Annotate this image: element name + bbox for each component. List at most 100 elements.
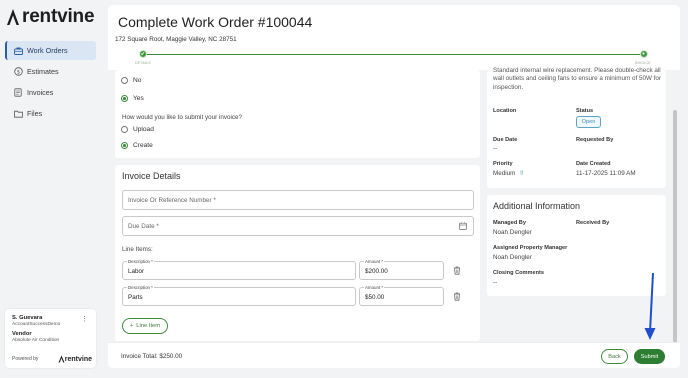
submit-button[interactable]: Submit [634, 349, 665, 364]
radio-no-icon [121, 77, 128, 84]
radio-upload-icon [121, 126, 128, 133]
briefcase-icon [13, 46, 23, 56]
receipt-icon [13, 88, 23, 98]
user-company: Absolute Air Condition [12, 338, 60, 343]
sidebar-item-work-orders[interactable]: Work Orders [5, 41, 96, 60]
step-details-label: DETAILS [135, 61, 151, 65]
status-badge: Open [576, 116, 601, 128]
add-line-item-button[interactable]: + Line Item [122, 318, 168, 334]
step-details-complete-icon [139, 50, 147, 58]
user-card: S. Guevara AccountSuccessDemo ⋮ Vendor A… [5, 309, 96, 368]
user-account: AccountSuccessDemo [12, 322, 61, 327]
description-value: Labor [128, 268, 145, 275]
radio-yes[interactable]: Yes [121, 95, 144, 102]
radio-create-selected-icon [121, 142, 128, 149]
line-item-description-field[interactable]: Description * Labor [122, 259, 356, 280]
main-panel: Complete Work Order #100044 172 Square R… [108, 5, 680, 368]
invoice-total: Invoice Total: $250.00 [121, 353, 183, 360]
scroll-area: No Yes How would you like to submit your… [108, 67, 680, 342]
managed-by-label: Managed By [493, 220, 526, 226]
status-label: Status [576, 108, 594, 114]
calendar-icon[interactable] [459, 222, 467, 230]
priority-value: Medium !! [493, 170, 524, 177]
sidebar-item-invoices[interactable]: Invoices [5, 83, 96, 102]
amount-value: $50.00 [365, 294, 385, 301]
scrollbar-thumb[interactable] [673, 110, 677, 349]
sidebar: rentvine Work Orders $ Estimates Invoice… [0, 0, 105, 378]
powered-by-brand: rentvine [58, 355, 92, 363]
page-title: Complete Work Order #100044 [118, 14, 313, 30]
date-created-label: Date Created [576, 161, 611, 167]
sidebar-item-label: Work Orders [27, 46, 68, 55]
description-value: Parts [128, 294, 143, 301]
radio-upload[interactable]: Upload [121, 126, 154, 133]
line-item-amount-field[interactable]: Amount * $200.00 [359, 259, 444, 280]
user-role: Vendor [12, 331, 32, 337]
radio-yes-selected-icon [121, 95, 128, 102]
radio-no-label: No [133, 77, 142, 84]
due-date-input[interactable]: Due Date * [122, 216, 474, 236]
powered-by: Powered by rentvine [12, 355, 92, 363]
user-name: S. Guevara [12, 315, 43, 321]
priority-mark: !! [520, 170, 524, 177]
step-invoice-current-icon [640, 50, 648, 58]
sidebar-item-estimates[interactable]: $ Estimates [5, 62, 96, 81]
radio-no[interactable]: No [121, 77, 141, 84]
description-label: Description * [127, 285, 154, 290]
line-item-description-field[interactable]: Description * Parts [122, 285, 356, 306]
location-label: Location [493, 108, 517, 114]
trash-icon[interactable] [453, 266, 461, 275]
rentvine-logo[interactable]: rentvine [6, 6, 95, 28]
due-date-placeholder: Due Date * [128, 222, 159, 230]
submit-method-question: How would you like to submit your invoic… [122, 114, 243, 121]
closing-comments-label: Closing Comments [493, 270, 544, 276]
logo-text: rentvine [22, 6, 95, 27]
more-options-icon[interactable]: ⋮ [81, 315, 88, 323]
amount-label: Amount * [364, 259, 385, 264]
radio-create[interactable]: Create [121, 142, 153, 149]
annotation-arrow-icon [644, 272, 656, 340]
invoice-details-card: Invoice Details Invoice Or Reference Num… [115, 165, 480, 341]
amount-label: Amount * [364, 285, 385, 290]
invoice-details-title: Invoice Details [122, 171, 181, 181]
invoice-reference-input[interactable]: Invoice Or Reference Number * [122, 190, 474, 210]
radio-yes-label: Yes [133, 95, 144, 102]
due-date-value: -- [493, 145, 498, 152]
footer-bar: Invoice Total: $250.00 Back Submit [108, 342, 680, 368]
work-order-details-card: Standard internal wire replacement. Plea… [487, 67, 666, 188]
back-button[interactable]: Back [601, 349, 628, 364]
step-invoice-label: INVOICE [635, 61, 651, 65]
assigned-pm-label: Assigned Property Manager [493, 245, 568, 251]
additional-information-title: Additional Information [493, 201, 581, 211]
svg-text:$: $ [16, 69, 19, 75]
powered-by-brand-text: rentvine [64, 355, 92, 363]
closing-comments-value: -- [493, 279, 498, 286]
additional-information-card: Additional Information Managed By Noah D… [487, 195, 666, 296]
assigned-pm-value: Noah Dengler [493, 254, 532, 261]
plus-icon: + [129, 323, 134, 329]
property-address: 172 Square Root, Maggie Valley, NC 28751 [115, 36, 237, 43]
folder-icon [13, 109, 23, 119]
sidebar-item-label: Estimates [27, 67, 59, 76]
dollar-circle-icon: $ [13, 67, 23, 77]
stepper-line [143, 54, 644, 55]
line-items-label: Line Items: [122, 246, 153, 253]
work-order-description: Standard internal wire replacement. Plea… [493, 67, 661, 91]
radio-create-label: Create [133, 142, 153, 149]
radio-upload-label: Upload [133, 126, 154, 133]
priority-label: Priority [493, 161, 513, 167]
sidebar-item-label: Files [27, 109, 43, 118]
requested-by-label: Requested By [576, 137, 614, 143]
rentvine-small-logo-icon [58, 355, 65, 363]
date-created-value: 11-17-2025 11:09 AM [576, 170, 636, 177]
amount-value: $200.00 [365, 268, 388, 275]
powered-by-label: Powered by [12, 356, 39, 362]
trash-icon[interactable] [453, 292, 461, 301]
line-item-amount-field[interactable]: Amount * $50.00 [359, 285, 444, 306]
sidebar-item-files[interactable]: Files [5, 104, 96, 123]
add-line-item-label: Line Item [136, 323, 161, 329]
due-date-label: Due Date [493, 137, 518, 143]
rentvine-logo-icon [7, 9, 19, 25]
received-by-label: Received By [576, 220, 610, 226]
sidebar-item-label: Invoices [27, 88, 54, 97]
